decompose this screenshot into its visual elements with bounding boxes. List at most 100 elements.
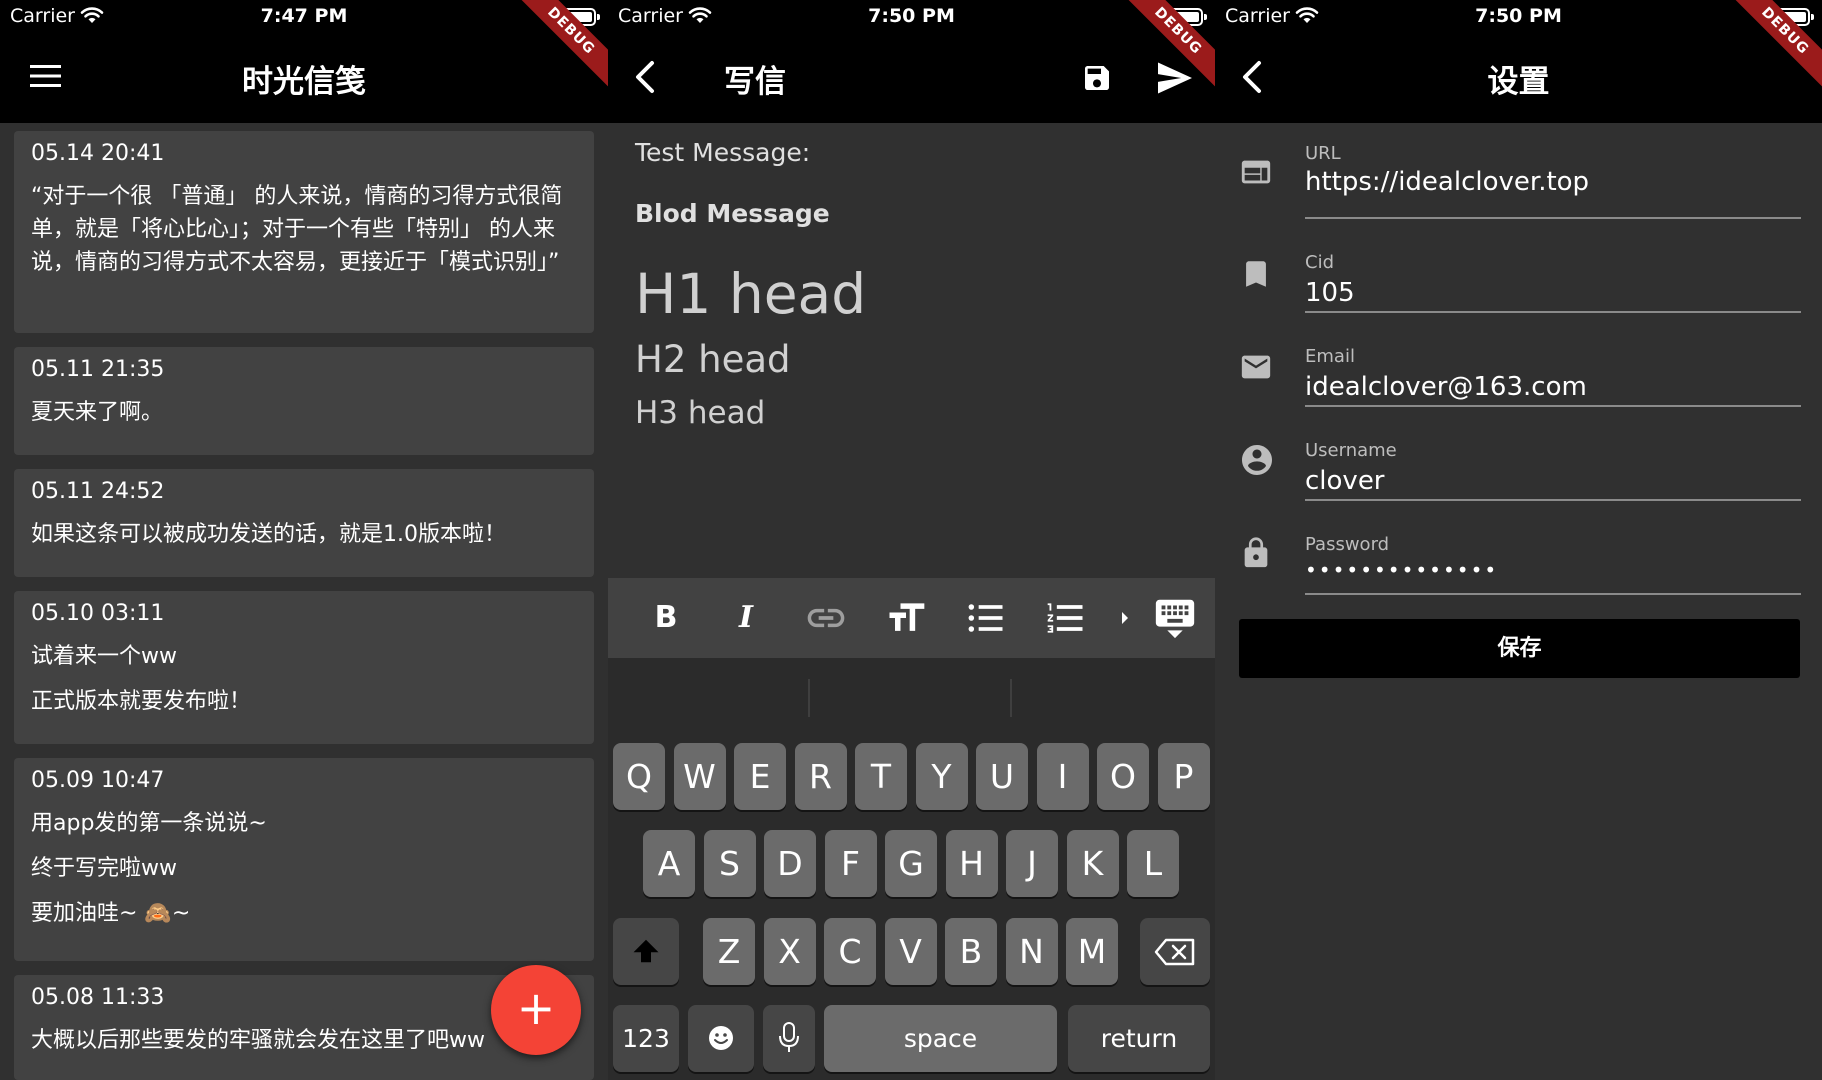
suggestion-divider (808, 679, 810, 717)
key-s[interactable]: S (703, 830, 756, 897)
key-c[interactable]: C (824, 918, 876, 985)
key-m[interactable]: M (1066, 918, 1118, 985)
field-label: URL (1305, 143, 1341, 164)
note-card[interactable]: 05.09 10:47 用app发的第一条说说~ 终于写完啦ww 要加油哇~ 🙈… (14, 758, 594, 961)
key-v[interactable]: V (884, 918, 937, 985)
delete-key[interactable] (1140, 918, 1210, 985)
url-input[interactable]: https://idealclover.top (1305, 167, 1589, 197)
key-e[interactable]: E (734, 743, 786, 810)
cid-input[interactable]: 105 (1305, 278, 1355, 308)
page-title: 设置 (1487, 64, 1550, 100)
editor-h1: H1 head (635, 262, 867, 326)
note-text: 如果这条可以被成功发送的话，就是1.0版本啦！ (31, 522, 506, 547)
bold-button[interactable]: B (644, 596, 688, 640)
bullet-list-icon[interactable] (964, 596, 1008, 640)
key-y[interactable]: Y (915, 743, 968, 810)
onscreen-keyboard: QWERTYUIOP ASDFGHJKL ZXCVBNM 123 space r… (608, 658, 1215, 1080)
field-underline (1305, 311, 1801, 313)
password-input[interactable]: •••••••••••••• (1305, 558, 1498, 582)
keyboard-hide-icon[interactable] (1152, 594, 1198, 640)
clock: 7:47 PM (260, 5, 348, 27)
key-w[interactable]: W (673, 743, 726, 810)
note-text: 试着来一个ww (31, 644, 177, 669)
note-date: 05.11 21:35 (31, 357, 165, 382)
numbers-key[interactable]: 123 (613, 1005, 679, 1072)
compose-screen: Carrier 7:50 PM DEBUG 写信 Test Message: B… (608, 0, 1215, 1080)
shift-key[interactable] (613, 918, 679, 985)
emoji-key[interactable] (688, 1005, 754, 1072)
key-o[interactable]: O (1097, 743, 1149, 810)
field-underline (1305, 217, 1801, 219)
note-card[interactable]: 05.10 03:11 试着来一个ww 正式版本就要发布啦！ (14, 591, 594, 744)
key-g[interactable]: G (885, 830, 937, 897)
note-card[interactable]: 05.11 24:52 如果这条可以被成功发送的话，就是1.0版本啦！ (14, 469, 594, 577)
note-text: 终于写完啦ww (31, 856, 177, 881)
more-tools-icon[interactable] (1120, 611, 1130, 625)
space-key[interactable]: space (824, 1005, 1057, 1072)
key-j[interactable]: J (1006, 830, 1058, 897)
backspace-icon (1154, 938, 1195, 966)
field-label: Email (1305, 346, 1355, 367)
save-draft-icon[interactable] (1081, 62, 1113, 94)
field-label: Password (1305, 534, 1390, 555)
key-u[interactable]: U (976, 743, 1028, 810)
key-r[interactable]: R (794, 743, 847, 810)
emoji-icon (709, 1026, 733, 1050)
note-card[interactable]: 05.14 20:41 “对于一个很 「普通」 的人来说，情商的习得方式很简单，… (14, 131, 594, 333)
note-date: 05.11 24:52 (31, 479, 165, 504)
email-input[interactable]: idealclover@163.com (1305, 372, 1587, 402)
mail-icon (1241, 355, 1271, 379)
add-note-button[interactable]: + (491, 965, 581, 1055)
back-icon[interactable] (633, 60, 657, 94)
format-toolbar: B I (608, 578, 1215, 658)
bookmark-icon (1246, 261, 1266, 287)
key-i[interactable]: I (1036, 743, 1089, 810)
app-bar: Carrier 7:47 PM DEBUG 时光信笺 (0, 0, 608, 123)
key-h[interactable]: H (945, 830, 998, 897)
page-title: 时光信笺 (242, 64, 366, 100)
key-n[interactable]: N (1005, 918, 1058, 985)
home-screen: Carrier 7:47 PM DEBUG 时光信笺 05.14 20:41 “… (0, 0, 608, 1080)
key-q[interactable]: Q (613, 743, 665, 810)
key-a[interactable]: A (643, 830, 695, 897)
dictation-key[interactable] (763, 1005, 815, 1072)
italic-button[interactable]: I (724, 596, 768, 640)
key-f[interactable]: F (824, 830, 877, 897)
microphone-icon (779, 1022, 799, 1052)
app-bar: Carrier 7:50 PM DEBUG 写信 (608, 0, 1215, 123)
key-d[interactable]: D (764, 830, 816, 897)
editor-h3: H3 head (635, 395, 766, 431)
key-z[interactable]: Z (703, 918, 755, 985)
settings-screen: Carrier 7:50 PM DEBUG 设置 URL https://ide… (1215, 0, 1822, 1080)
key-b[interactable]: B (945, 918, 997, 985)
save-button[interactable]: 保存 (1239, 619, 1800, 678)
numbered-list-icon[interactable] (1044, 596, 1088, 640)
text-size-icon[interactable] (884, 596, 928, 640)
shift-arrow-icon (633, 939, 659, 963)
editor-bold-paragraph: Blod Message (635, 199, 830, 228)
note-date: 05.09 10:47 (31, 768, 165, 793)
note-date: 05.10 03:11 (31, 601, 165, 626)
send-icon[interactable] (1156, 61, 1194, 95)
field-underline (1305, 593, 1801, 595)
key-t[interactable]: T (855, 743, 907, 810)
username-input[interactable]: clover (1305, 466, 1385, 496)
message-editor[interactable]: Test Message: Blod Message H1 head H2 he… (635, 138, 866, 431)
note-text: 正式版本就要发布啦！ (31, 689, 252, 714)
key-l[interactable]: L (1127, 830, 1179, 897)
status-bar: Carrier 7:47 PM (0, 0, 608, 34)
field-label: Username (1305, 440, 1397, 461)
note-card[interactable]: 05.11 21:35 夏天来了啊。 (14, 347, 594, 455)
key-p[interactable]: P (1157, 743, 1210, 810)
field-label: Cid (1305, 252, 1334, 273)
key-k[interactable]: K (1066, 830, 1119, 897)
web-icon (1241, 160, 1271, 184)
return-key[interactable]: return (1068, 1005, 1210, 1072)
note-text: 要加油哇~ 🙈~ (31, 901, 191, 926)
note-text: 夏天来了啊。 (31, 400, 164, 425)
key-x[interactable]: X (763, 918, 816, 985)
status-bar: Carrier 7:50 PM (1215, 0, 1822, 34)
field-underline (1305, 405, 1801, 407)
link-icon[interactable] (804, 596, 848, 640)
suggestion-divider (1010, 679, 1012, 717)
